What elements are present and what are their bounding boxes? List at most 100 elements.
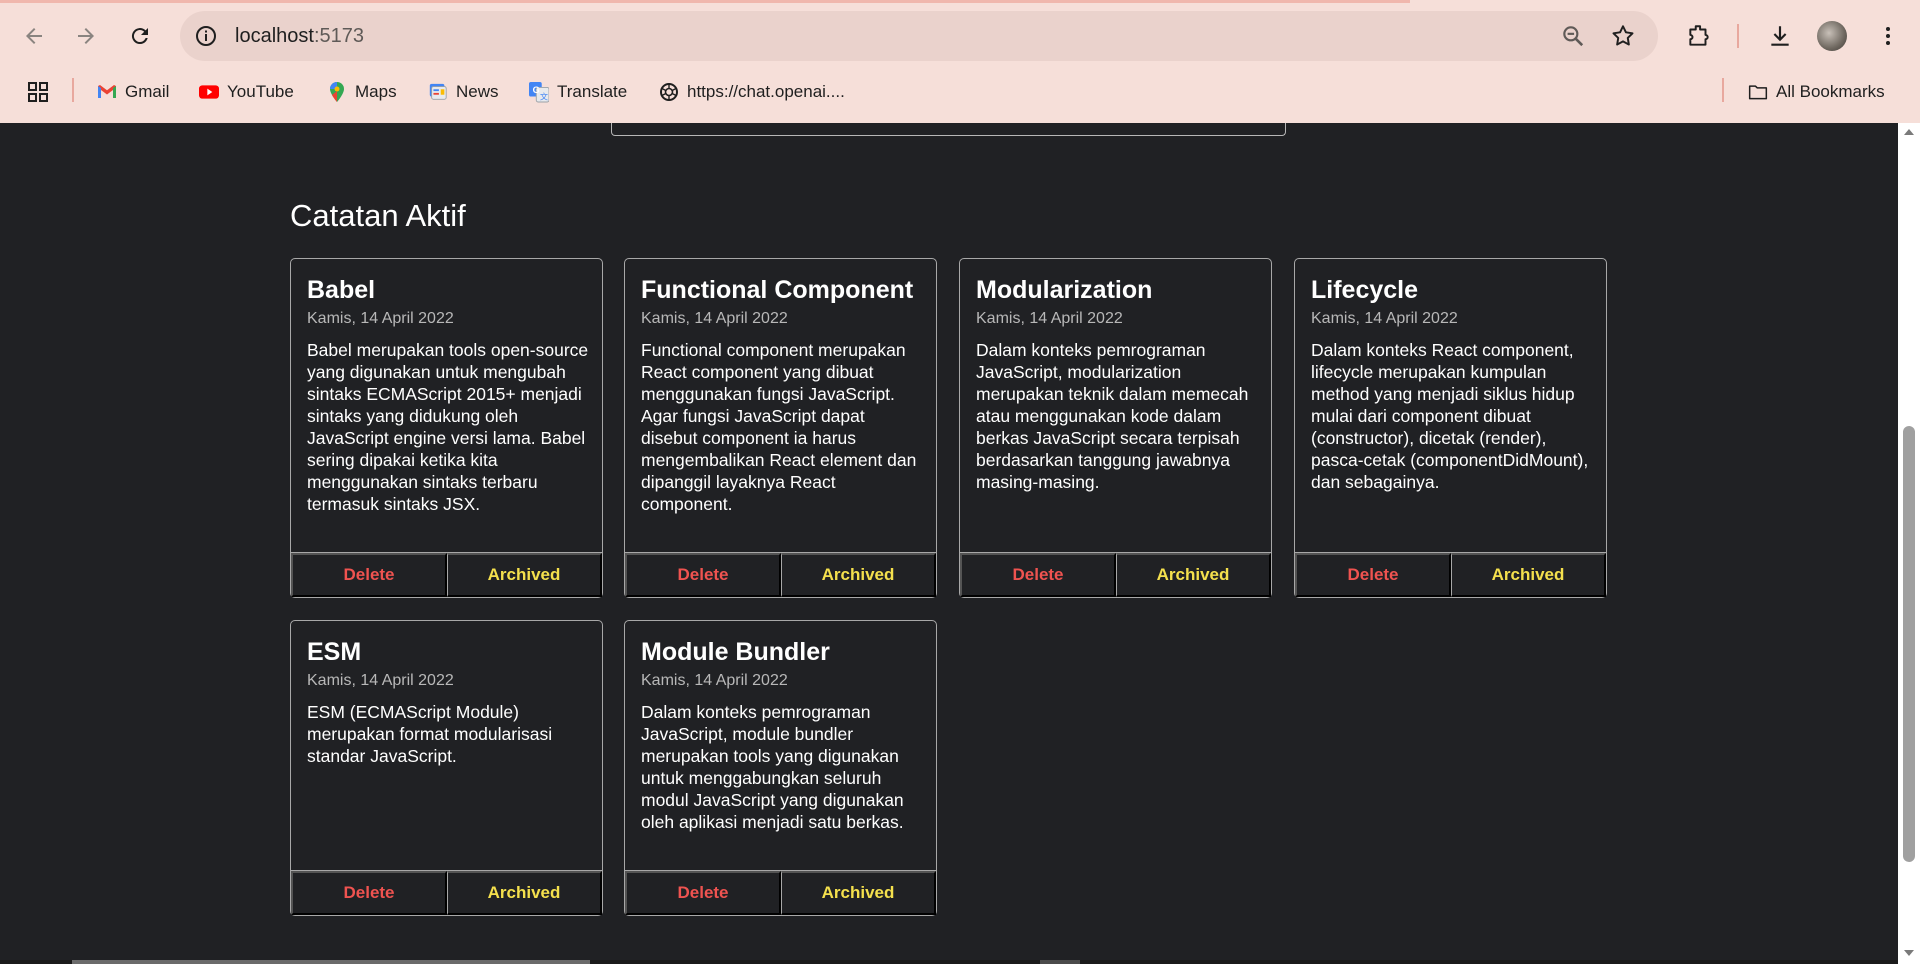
note-body: Dalam konteks React component, lifecycle… bbox=[1311, 340, 1589, 492]
url-text[interactable]: localhost:5173 bbox=[235, 25, 364, 48]
openai-icon bbox=[659, 82, 679, 102]
note-date: Kamis, 14 April 2022 bbox=[641, 672, 788, 689]
bookmark-translate[interactable]: G文 Translate bbox=[529, 80, 627, 104]
news-icon bbox=[428, 82, 448, 102]
bookmark-openai[interactable]: https://chat.openai.... bbox=[659, 80, 845, 104]
forward-button[interactable] bbox=[66, 16, 106, 56]
note-title: Module Bundler bbox=[641, 638, 830, 666]
vertical-scroll-thumb[interactable] bbox=[1903, 426, 1915, 862]
kebab-menu-icon bbox=[1886, 27, 1890, 45]
url-port: :5173 bbox=[313, 25, 364, 47]
svg-text:G: G bbox=[533, 85, 540, 95]
horizontal-scroll-thumb[interactable] bbox=[72, 960, 590, 964]
all-bookmarks-label: All Bookmarks bbox=[1776, 82, 1885, 101]
horizontal-scrollbar[interactable] bbox=[0, 960, 1898, 964]
toolbar-divider bbox=[1737, 24, 1739, 48]
browser-chrome: localhost:5173 Gmail YouTube Maps News G… bbox=[0, 0, 1920, 123]
note-title: ESM bbox=[307, 638, 362, 666]
bookmark-label: Gmail bbox=[125, 82, 170, 101]
youtube-icon bbox=[199, 82, 219, 102]
delete-button[interactable]: Delete bbox=[1295, 553, 1451, 597]
scroll-up-arrow-icon[interactable] bbox=[1904, 129, 1914, 135]
address-bar[interactable]: localhost:5173 bbox=[180, 11, 1658, 61]
bookmark-youtube[interactable]: YouTube bbox=[199, 80, 294, 104]
bookmark-label: https://chat.openai.... bbox=[687, 82, 845, 101]
bookmark-gmail[interactable]: Gmail bbox=[97, 80, 169, 104]
all-bookmarks-button[interactable]: All Bookmarks bbox=[1748, 80, 1885, 104]
bookmarks-divider-right bbox=[1722, 78, 1724, 102]
folder-icon bbox=[1748, 82, 1768, 102]
note-actions: Delete Archived bbox=[625, 552, 936, 597]
url-host: localhost bbox=[235, 25, 314, 47]
apps-button[interactable] bbox=[26, 80, 50, 104]
note-date: Kamis, 14 April 2022 bbox=[641, 310, 788, 327]
archive-button[interactable]: Archived bbox=[447, 871, 602, 915]
reload-button[interactable] bbox=[120, 16, 160, 56]
note-title: Lifecycle bbox=[1311, 276, 1419, 304]
back-button[interactable] bbox=[14, 16, 54, 56]
note-body: Babel merupakan tools open-source yang d… bbox=[307, 340, 589, 514]
note-card-modularization: Modularization Kamis, 14 April 2022 Dala… bbox=[959, 258, 1272, 598]
site-info-icon[interactable] bbox=[194, 24, 218, 48]
note-input-box[interactable] bbox=[611, 123, 1286, 136]
delete-button[interactable]: Delete bbox=[291, 871, 447, 915]
note-body: Dalam konteks pemrograman JavaScript, mo… bbox=[976, 340, 1249, 492]
note-card-babel: Babel Kamis, 14 April 2022 Babel merupak… bbox=[290, 258, 603, 598]
archive-button[interactable]: Archived bbox=[781, 553, 936, 597]
puzzle-icon bbox=[1689, 25, 1709, 46]
note-date: Kamis, 14 April 2022 bbox=[307, 310, 454, 327]
delete-button[interactable]: Delete bbox=[960, 553, 1116, 597]
scroll-down-arrow-icon[interactable] bbox=[1904, 950, 1914, 956]
extensions-button[interactable] bbox=[1681, 18, 1717, 54]
bookmark-news[interactable]: News bbox=[428, 80, 499, 104]
bookmark-label: Maps bbox=[355, 82, 397, 101]
note-title: Functional Component bbox=[641, 276, 914, 304]
gmail-icon bbox=[97, 82, 117, 102]
note-date: Kamis, 14 April 2022 bbox=[1311, 310, 1458, 327]
page-viewport: Catatan Aktif Babel Kamis, 14 April 2022… bbox=[0, 123, 1898, 964]
svg-text:文: 文 bbox=[540, 91, 548, 101]
note-actions: Delete Archived bbox=[291, 870, 602, 915]
note-date: Kamis, 14 April 2022 bbox=[976, 310, 1123, 327]
archive-button[interactable]: Archived bbox=[447, 553, 602, 597]
arrow-right-icon bbox=[78, 28, 94, 44]
arrow-left-icon bbox=[26, 28, 42, 44]
note-actions: Delete Archived bbox=[291, 552, 602, 597]
menu-button[interactable] bbox=[1870, 18, 1906, 54]
profile-avatar[interactable] bbox=[1817, 21, 1847, 51]
bookmark-star-icon[interactable] bbox=[1610, 23, 1636, 49]
note-body: ESM (ECMAScript Module) merupakan format… bbox=[307, 702, 553, 766]
downloads-button[interactable] bbox=[1762, 18, 1798, 54]
note-date: Kamis, 14 April 2022 bbox=[307, 672, 454, 689]
bookmarks-divider bbox=[72, 78, 74, 102]
vertical-scrollbar[interactable] bbox=[1898, 123, 1920, 964]
bookmark-maps[interactable]: Maps bbox=[327, 80, 397, 104]
archive-button[interactable]: Archived bbox=[1451, 553, 1606, 597]
note-actions: Delete Archived bbox=[960, 552, 1271, 597]
note-card-module-bundler: Module Bundler Kamis, 14 April 2022 Dala… bbox=[624, 620, 937, 916]
bookmarks-bar: Gmail YouTube Maps News G文 Translate htt… bbox=[0, 72, 1920, 110]
reload-icon bbox=[131, 28, 148, 45]
note-card-lifecycle: Lifecycle Kamis, 14 April 2022 Dalam kon… bbox=[1294, 258, 1607, 598]
delete-button[interactable]: Delete bbox=[291, 553, 447, 597]
bookmark-label: Translate bbox=[557, 82, 628, 101]
note-body: Functional component merupakan React com… bbox=[641, 340, 917, 514]
note-actions: Delete Archived bbox=[1295, 552, 1606, 597]
zoom-icon[interactable] bbox=[1560, 23, 1586, 49]
delete-button[interactable]: Delete bbox=[625, 871, 781, 915]
translate-icon: G文 bbox=[529, 82, 549, 103]
note-title: Modularization bbox=[976, 276, 1153, 304]
note-actions: Delete Archived bbox=[625, 870, 936, 915]
bookmark-label: News bbox=[456, 82, 499, 101]
archive-button[interactable]: Archived bbox=[1116, 553, 1271, 597]
download-icon bbox=[1771, 26, 1789, 46]
delete-button[interactable]: Delete bbox=[625, 553, 781, 597]
note-card-esm: ESM Kamis, 14 April 2022 ESM (ECMAScript… bbox=[290, 620, 603, 916]
note-card-functional-component: Functional Component Kamis, 14 April 202… bbox=[624, 258, 937, 598]
archive-button[interactable]: Archived bbox=[781, 871, 936, 915]
note-body: Dalam konteks pemrograman JavaScript, mo… bbox=[641, 702, 904, 832]
apps-grid-icon bbox=[28, 82, 48, 102]
horizontal-scroll-marker bbox=[1040, 960, 1080, 964]
note-title: Babel bbox=[307, 276, 376, 304]
bookmark-label: YouTube bbox=[227, 82, 294, 101]
